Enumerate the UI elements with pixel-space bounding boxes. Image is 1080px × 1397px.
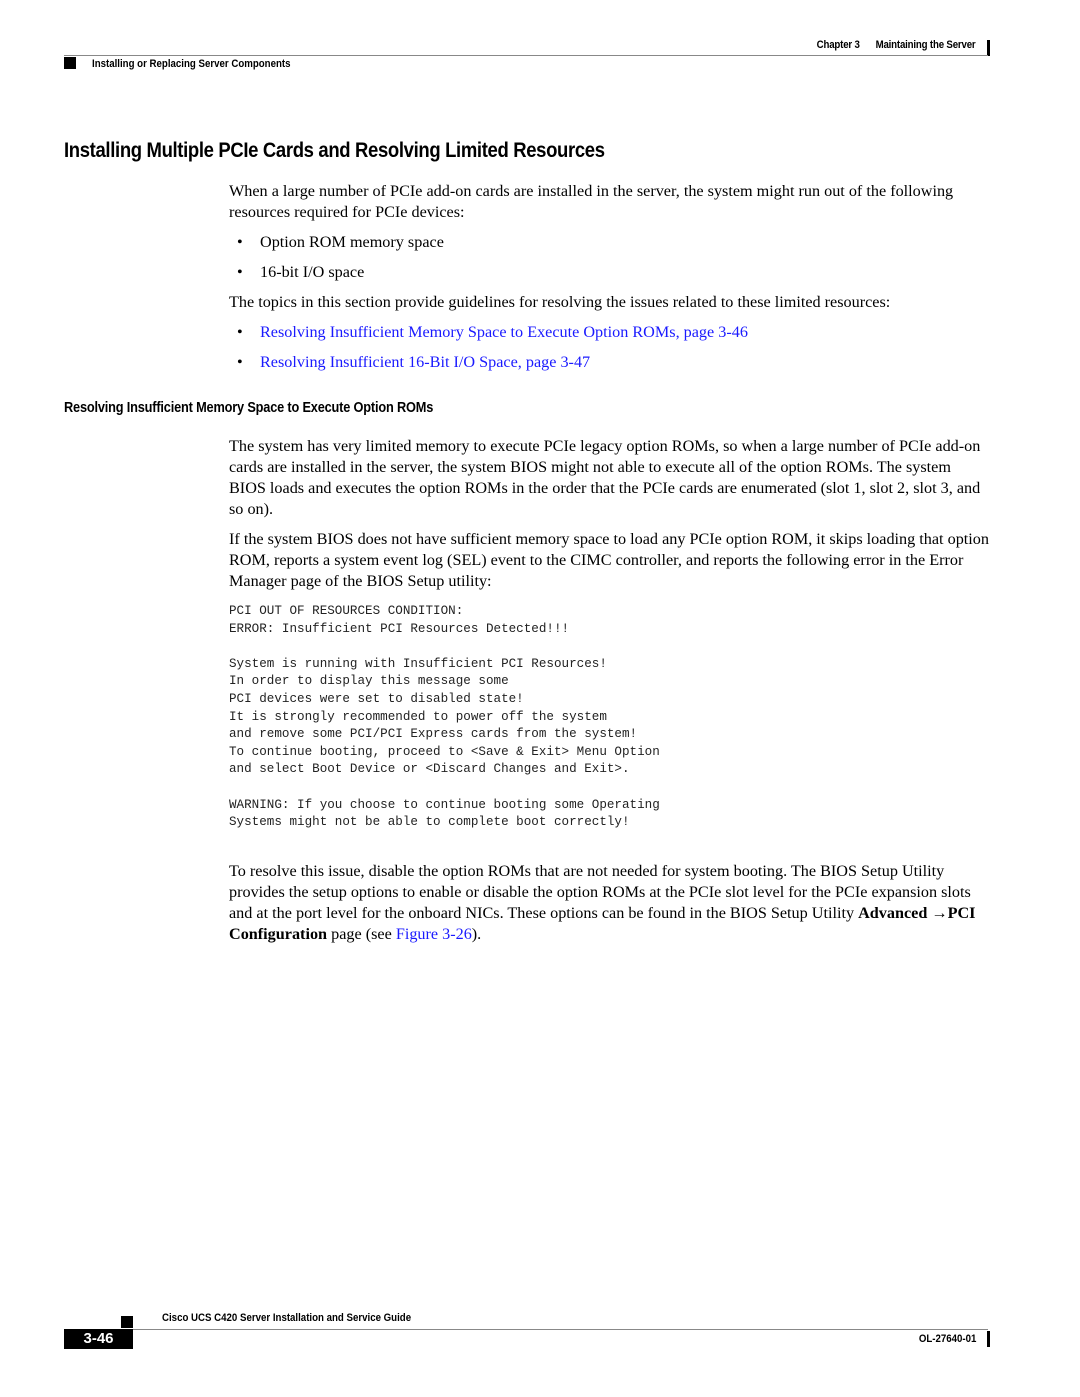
bullet-icon: • xyxy=(237,233,243,251)
topic-list-item: • Resolving Insufficient Memory Space to … xyxy=(237,322,748,343)
paragraph-text-part: page (see xyxy=(327,925,396,943)
code-line: In order to display this message some xyxy=(229,674,509,689)
intro-text: When a large number of PCIe add-on cards… xyxy=(229,182,954,221)
resource-item-label: Option ROM memory space xyxy=(260,233,444,251)
resource-list-item: • 16-bit I/O space xyxy=(237,262,364,283)
code-line: To continue booting, proceed to <Save & … xyxy=(229,744,660,759)
subsection-title: Resolving Insufficient Memory Space to E… xyxy=(64,400,434,416)
topics-intro-paragraph: The topics in this section provide guide… xyxy=(229,292,991,313)
code-line: ERROR: Insufficient PCI Resources Detect… xyxy=(229,621,570,636)
code-line: PCI OUT OF RESOURCES CONDITION: xyxy=(229,604,464,618)
running-header-chapter: Chapter 3 Maintaining the Server xyxy=(817,39,976,51)
footer-guide-title: Cisco UCS C420 Server Installation and S… xyxy=(162,1312,412,1324)
chapter-title: Maintaining the Server xyxy=(876,39,976,51)
resource-list-item: • Option ROM memory space xyxy=(237,232,444,253)
code-line: It is strongly recommended to power off … xyxy=(229,709,607,724)
paragraph-text-part: ). xyxy=(471,925,482,943)
running-header-section: Installing or Replacing Server Component… xyxy=(92,58,291,70)
header-vertical-bar xyxy=(987,40,990,56)
topic-link-io-space[interactable]: Resolving Insufficient 16-Bit I/O Space,… xyxy=(260,353,590,371)
subsection-paragraph-2: If the system BIOS does not have suffici… xyxy=(229,529,991,592)
footer-square-marker xyxy=(121,1316,133,1328)
figure-link[interactable]: Figure 3-26 xyxy=(396,925,472,943)
resource-item-label: 16-bit I/O space xyxy=(260,263,365,281)
footer-vertical-bar xyxy=(987,1331,990,1347)
paragraph-text: If the system BIOS does not have suffici… xyxy=(229,530,989,590)
page-title: Installing Multiple PCIe Cards and Resol… xyxy=(64,138,605,162)
code-line: Systems might not be able to complete bo… xyxy=(229,815,630,830)
topic-link-memory-space[interactable]: Resolving Insufficient Memory Space to E… xyxy=(260,323,748,341)
topic-list-item: • Resolving Insufficient 16-Bit I/O Space… xyxy=(237,352,590,373)
code-line: WARNING: If you choose to continue booti… xyxy=(229,797,660,812)
header-rule xyxy=(64,55,988,56)
code-line: and remove some PCI/PCI Express cards fr… xyxy=(229,727,638,742)
error-code-block: PCI OUT OF RESOURCES CONDITION: ERROR: In… xyxy=(229,603,660,832)
page-number: 3-46 xyxy=(64,1329,133,1349)
subsection-paragraph-1: The system has very limited memory to ex… xyxy=(229,436,991,520)
code-line: System is running with Insufficient PCI … xyxy=(229,656,607,671)
bullet-icon: • xyxy=(237,323,243,341)
subsection-paragraph-3: To resolve this issue, disable the optio… xyxy=(229,861,991,945)
intro-paragraph: When a large number of PCIe add-on cards… xyxy=(229,181,991,223)
paragraph-text: The system has very limited memory to ex… xyxy=(229,437,981,518)
bullet-icon: • xyxy=(237,263,243,281)
topics-intro-text: The topics in this section provide guide… xyxy=(229,293,891,311)
code-line: and select Boot Device or <Discard Chang… xyxy=(229,762,630,777)
paragraph-text: To resolve this issue, disable the optio… xyxy=(229,861,991,945)
header-square-marker xyxy=(64,57,76,69)
bullet-icon: • xyxy=(237,353,243,371)
code-line: PCI devices were set to disabled state! xyxy=(229,691,524,706)
document-number: OL-27640-01 xyxy=(918,1333,976,1345)
chapter-label: Chapter 3 xyxy=(817,39,861,51)
footer-rule xyxy=(133,1329,988,1330)
